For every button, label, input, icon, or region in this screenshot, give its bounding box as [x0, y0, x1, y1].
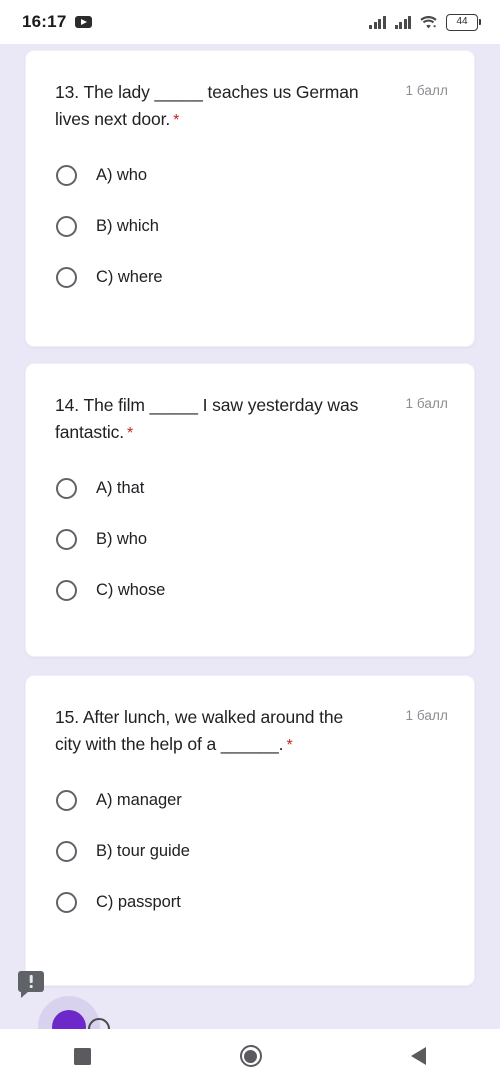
youtube-icon: [75, 16, 93, 28]
option-row[interactable]: B) which: [56, 210, 474, 244]
points-label: 1 балл: [405, 83, 448, 98]
status-clock: 16:17: [22, 12, 67, 31]
exclamation-mark: [29, 975, 33, 988]
option-row[interactable]: A) that: [56, 472, 474, 506]
question-text: 15. After lunch, we walked around the ci…: [55, 707, 344, 754]
recents-square-icon[interactable]: [74, 1047, 92, 1065]
phone-screen: 16:17 44 13. The lady _____ teaches us G…: [0, 0, 500, 1083]
radio-button-icon[interactable]: [56, 478, 77, 500]
radio-button-icon[interactable]: [56, 267, 77, 289]
form-scroll-area[interactable]: 13. The lady _____ teaches us German liv…: [0, 44, 500, 1029]
required-asterisk: *: [286, 736, 293, 754]
radio-button-icon[interactable]: [56, 841, 77, 863]
radio-button-icon[interactable]: [56, 165, 77, 187]
status-bar-right: 44: [369, 13, 481, 31]
status-bar-left: 16:17: [22, 12, 93, 32]
question-card-13: 13. The lady _____ teaches us German liv…: [25, 50, 475, 347]
question-text: 14. The film _____ I saw yesterday was f…: [55, 395, 359, 442]
radio-button-icon[interactable]: [56, 216, 77, 238]
question-card-15: 15. After lunch, we walked around the ci…: [25, 675, 475, 986]
options-list: A) manager B) tour guide C) passport: [26, 758, 474, 920]
option-label[interactable]: B) which: [96, 217, 159, 236]
option-row[interactable]: B) tour guide: [56, 835, 474, 869]
options-list: A) who B) which C) where: [26, 133, 474, 295]
points-label: 1 балл: [405, 396, 448, 411]
radio-button-icon[interactable]: [56, 529, 77, 551]
question-header: 13. The lady _____ teaches us German liv…: [26, 51, 474, 133]
option-label[interactable]: A) that: [96, 479, 144, 498]
option-label[interactable]: C) passport: [96, 893, 181, 912]
question-header: 15. After lunch, we walked around the ci…: [26, 676, 474, 758]
option-row[interactable]: C) where: [56, 261, 474, 295]
home-circle-icon[interactable]: [239, 1045, 262, 1067]
option-row[interactable]: C) passport: [56, 886, 474, 920]
option-label[interactable]: C) where: [96, 268, 163, 287]
question-title: 15. After lunch, we walked around the ci…: [55, 704, 373, 758]
required-asterisk: *: [173, 111, 180, 129]
option-label[interactable]: C) whose: [96, 581, 165, 600]
radio-button-icon[interactable]: [56, 892, 77, 914]
option-label[interactable]: A) manager: [96, 791, 182, 810]
signal-bars-icon-1: [369, 15, 386, 29]
question-card-14: 14. The film _____ I saw yesterday was f…: [25, 363, 475, 657]
signal-bars-icon-2: [394, 15, 411, 29]
status-bar: 16:17 44: [0, 0, 500, 44]
options-list: A) that B) who C) whose: [26, 446, 474, 608]
option-row[interactable]: C) whose: [56, 574, 474, 608]
option-label[interactable]: B) tour guide: [96, 842, 190, 861]
question-header: 14. The film _____ I saw yesterday was f…: [26, 364, 474, 446]
battery-indicator: 44: [446, 13, 481, 31]
option-row[interactable]: A) who: [56, 159, 474, 193]
radio-button-icon[interactable]: [56, 580, 77, 602]
option-label[interactable]: A) who: [96, 166, 147, 185]
radio-button-icon[interactable]: [56, 790, 77, 812]
battery-level-label: 44: [456, 16, 468, 27]
option-row[interactable]: A) manager: [56, 784, 474, 818]
report-bubble-icon[interactable]: [18, 971, 44, 998]
wifi-icon: [420, 15, 437, 29]
question-text: 13. The lady _____ teaches us German liv…: [55, 82, 359, 129]
required-asterisk: *: [127, 424, 134, 442]
points-label: 1 балл: [405, 708, 448, 723]
android-navigation-bar: [0, 1029, 500, 1083]
option-row[interactable]: B) who: [56, 523, 474, 557]
question-title: 14. The film _____ I saw yesterday was f…: [55, 392, 373, 446]
option-label[interactable]: B) who: [96, 530, 147, 549]
question-title: 13. The lady _____ teaches us German liv…: [55, 79, 373, 133]
back-triangle-icon[interactable]: [410, 1047, 426, 1065]
